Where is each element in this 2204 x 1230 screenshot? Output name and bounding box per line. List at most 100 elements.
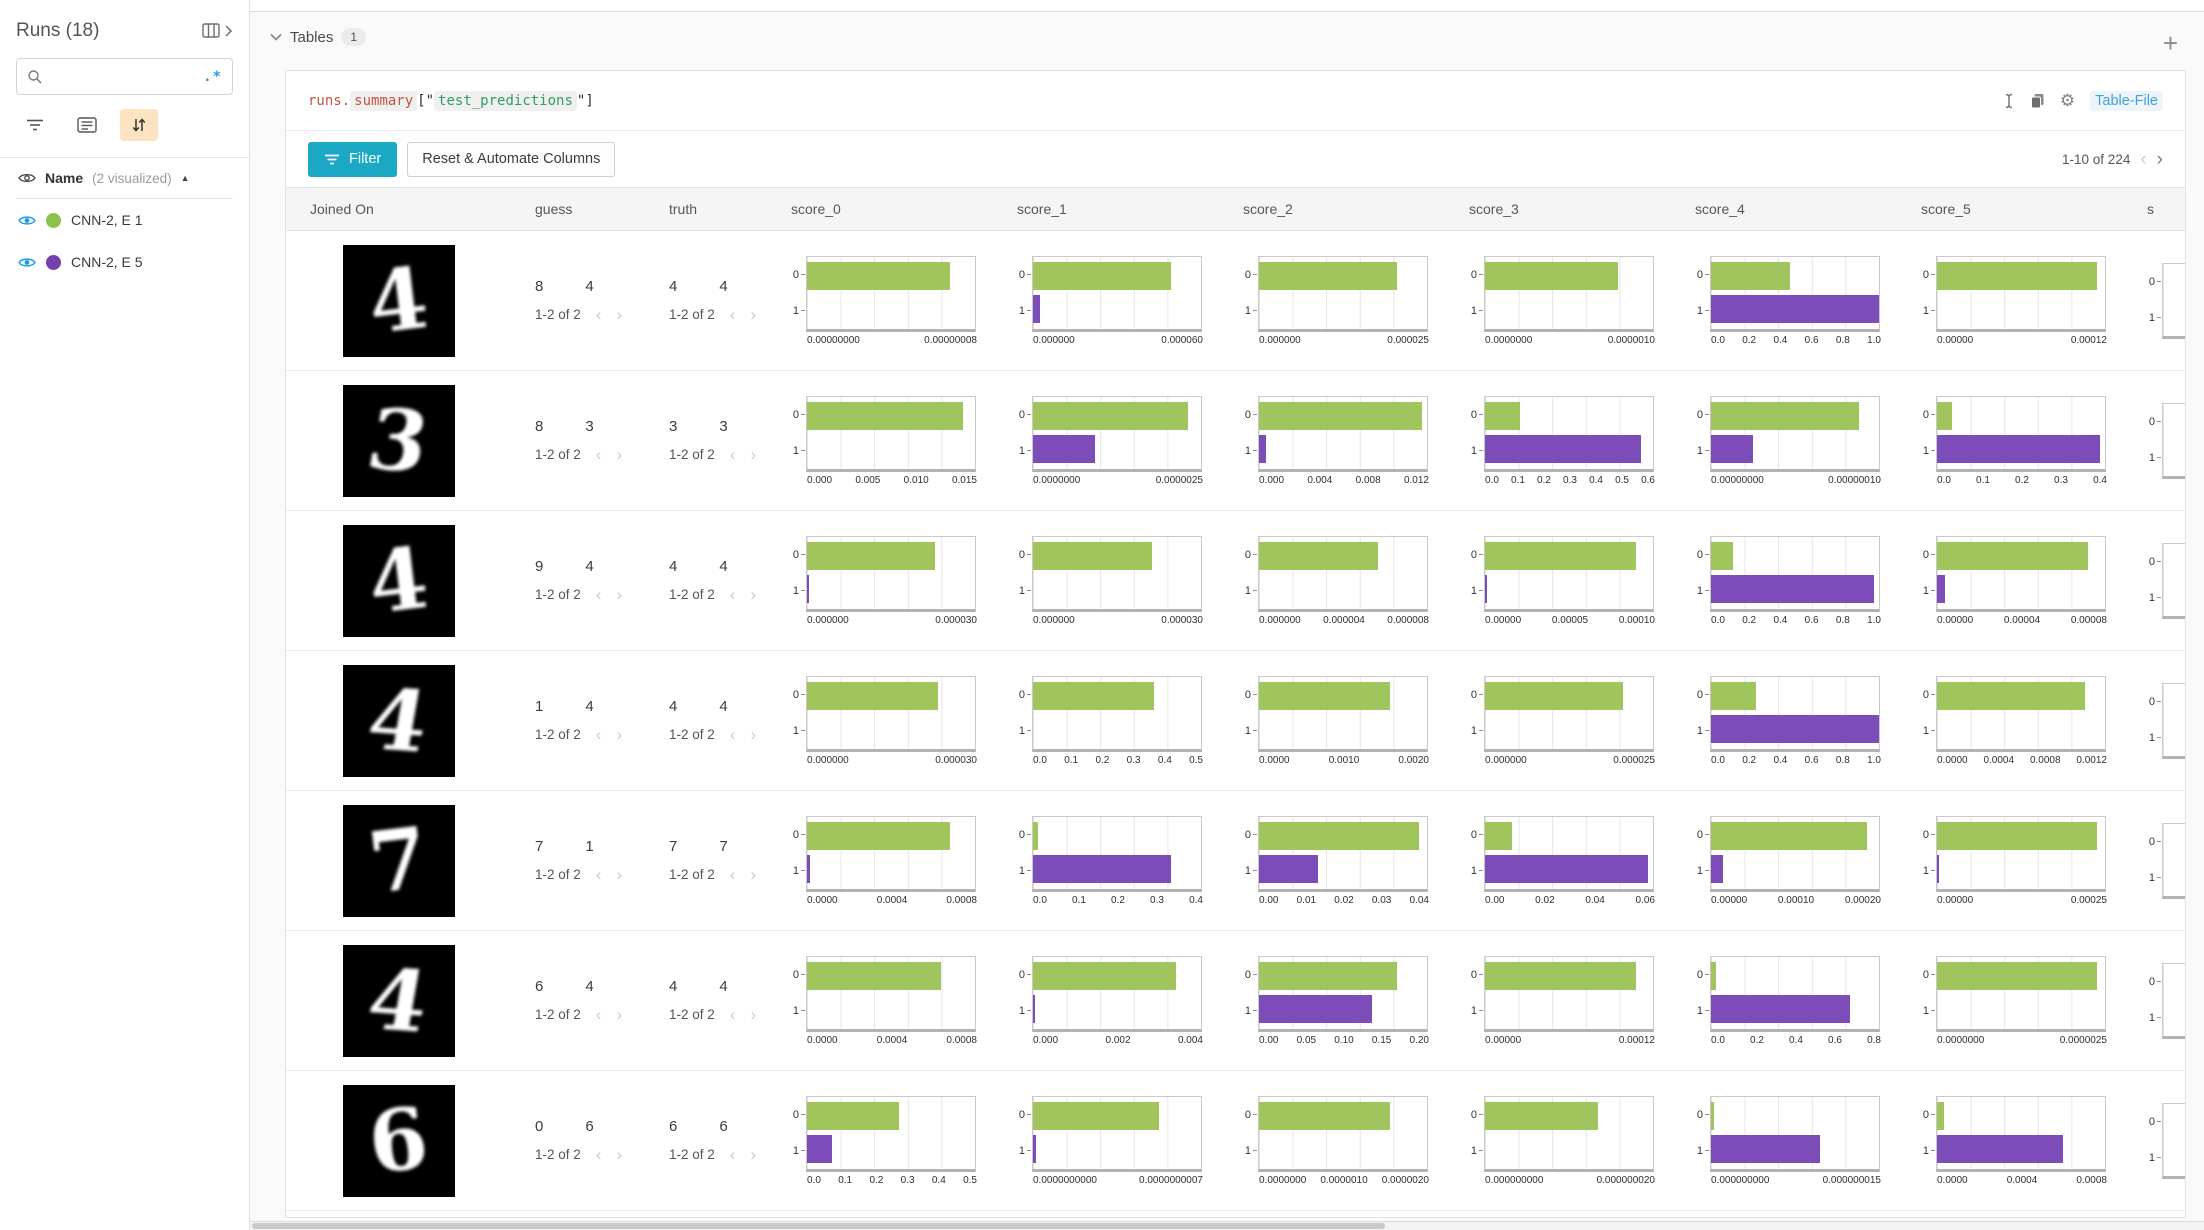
score-histogram[interactable]: 01 0.000000000.00000010: [1695, 396, 1905, 486]
columns-settings-button[interactable]: [68, 109, 106, 141]
score-histogram[interactable]: 01 0.0000000000.000000015: [1695, 1096, 1905, 1186]
prev-icon[interactable]: ‹: [596, 306, 602, 323]
score-histogram[interactable]: 01 0.000.050.100.150.20: [1243, 956, 1453, 1046]
next-icon[interactable]: ›: [616, 726, 622, 743]
next-icon[interactable]: ›: [616, 1146, 622, 1163]
digit-image[interactable]: 4: [343, 945, 455, 1057]
score-histogram[interactable]: 01 0.000000.000050.00010: [1469, 536, 1679, 626]
next-icon[interactable]: ›: [616, 866, 622, 883]
score-histogram[interactable]: 01 0.00.10.20.30.4: [1017, 816, 1227, 906]
score-histogram[interactable]: 01 0.00.10.20.30.40.50.6: [1469, 396, 1679, 486]
score-histogram[interactable]: 01 0.00000.00040.0008: [1921, 1096, 2131, 1186]
next-icon[interactable]: ›: [616, 1006, 622, 1023]
expand-chevron-icon[interactable]: [224, 24, 233, 38]
prev-icon[interactable]: ‹: [730, 446, 736, 463]
score-histogram[interactable]: 01 0.00.10.20.30.40.5: [1017, 676, 1227, 766]
run-item-cnn2-e1[interactable]: CNN-2, E 1: [16, 199, 233, 241]
score-histogram[interactable]: 01 0.0000000.000030: [791, 536, 1001, 626]
column-header-s[interactable]: s: [2131, 188, 2185, 230]
prev-icon[interactable]: ‹: [730, 586, 736, 603]
score-histogram[interactable]: 01 0.00.20.40.60.81.0: [1695, 536, 1905, 626]
name-column-header[interactable]: Name (2 visualized) ▲: [16, 158, 233, 199]
score-histogram[interactable]: 01 0.00000.00040.0008: [791, 816, 1001, 906]
score-histogram[interactable]: 01 0.000.020.040.06: [1469, 816, 1679, 906]
digit-image[interactable]: 4: [343, 525, 455, 637]
score-histogram[interactable]: 01 0.0000000.000025: [1243, 256, 1453, 346]
query-expression[interactable]: runs.summary["test_predictions"] ⚙ Table…: [286, 71, 2185, 131]
regex-toggle[interactable]: .*: [203, 69, 222, 85]
digit-image[interactable]: 7: [343, 805, 455, 917]
score-histogram[interactable]: 01 0.0000000.000025: [1469, 676, 1679, 766]
prev-icon[interactable]: ‹: [730, 866, 736, 883]
prev-icon[interactable]: ‹: [730, 726, 736, 743]
score-histogram[interactable]: 01 0.00000.00100.0020: [1243, 676, 1453, 766]
score-histogram[interactable]: 01 0.00000000.0000025: [1921, 956, 2131, 1046]
prev-page-icon[interactable]: ‹: [2140, 150, 2146, 169]
prev-icon[interactable]: ‹: [596, 1006, 602, 1023]
score-histogram[interactable]: 01 0.000000.00012: [1921, 256, 2131, 346]
prev-icon[interactable]: ‹: [730, 306, 736, 323]
next-icon[interactable]: ›: [750, 1146, 756, 1163]
score-histogram[interactable]: 01 0.0000000000.000000020: [1469, 1096, 1679, 1186]
next-icon[interactable]: ›: [616, 586, 622, 603]
horizontal-scrollbar[interactable]: [250, 1221, 2204, 1230]
score-histogram[interactable]: 01 0.000000.00012: [1469, 956, 1679, 1046]
column-header-guess[interactable]: guess: [511, 188, 645, 230]
score-histogram[interactable]: 01 0.0000000.000030: [791, 676, 1001, 766]
digit-image[interactable]: 4: [343, 245, 455, 357]
score-histogram[interactable]: 01 0.00000.00040.00080.0012: [1921, 676, 2131, 766]
score-histogram[interactable]: 01 0.0000.0050.0100.015: [791, 396, 1001, 486]
digit-image[interactable]: 6: [343, 1085, 455, 1197]
column-header-score-3[interactable]: score_3: [1453, 188, 1679, 230]
column-header-score-0[interactable]: score_0: [775, 188, 1001, 230]
score-histogram[interactable]: 01 0.000000.000040.00008: [1921, 536, 2131, 626]
prev-icon[interactable]: ‹: [730, 1006, 736, 1023]
next-icon[interactable]: ›: [616, 306, 622, 323]
sort-runs-button[interactable]: [120, 109, 158, 141]
score-histogram[interactable]: 01 0.00.20.40.60.81.0: [1695, 676, 1905, 766]
prev-icon[interactable]: ‹: [596, 446, 602, 463]
prev-icon[interactable]: ‹: [596, 1146, 602, 1163]
score-histogram[interactable]: 01 0.00000000.0000025: [1017, 396, 1227, 486]
reset-automate-columns-button[interactable]: Reset & Automate Columns: [407, 142, 615, 177]
next-icon[interactable]: ›: [750, 1006, 756, 1023]
score-histogram[interactable]: 01 0.0000000.0000040.000008: [1243, 536, 1453, 626]
copy-icon[interactable]: [2030, 93, 2045, 109]
score-histogram[interactable]: 01 0.000000.00025: [1921, 816, 2131, 906]
prev-icon[interactable]: ‹: [596, 586, 602, 603]
score-histogram[interactable]: 01 0.000.010.020.030.04: [1243, 816, 1453, 906]
next-icon[interactable]: ›: [750, 586, 756, 603]
next-icon[interactable]: ›: [616, 446, 622, 463]
score-histogram[interactable]: 01 0.0000000.000060: [1017, 256, 1227, 346]
score-histogram[interactable]: 01 0.00.10.20.30.40.5: [791, 1096, 1001, 1186]
table-columns-icon[interactable]: [202, 23, 222, 39]
score-histogram[interactable]: 01 0.0000000.000030: [1017, 536, 1227, 626]
filter-runs-button[interactable]: [16, 109, 54, 141]
table-file-link[interactable]: Table-File: [2090, 91, 2163, 111]
score-histogram[interactable]: 01 0.00.10.20.30.4: [1921, 396, 2131, 486]
prev-icon[interactable]: ‹: [596, 866, 602, 883]
next-icon[interactable]: ›: [750, 726, 756, 743]
next-icon[interactable]: ›: [750, 306, 756, 323]
prev-icon[interactable]: ‹: [730, 1146, 736, 1163]
score-histogram[interactable]: 01 0.00000000000.0000000007: [1017, 1096, 1227, 1186]
run-item-cnn2-e5[interactable]: CNN-2, E 5: [16, 241, 233, 283]
filter-button[interactable]: Filter: [308, 142, 397, 177]
run-visible-eye-icon[interactable]: [18, 256, 36, 269]
score-histogram[interactable]: 01 0.000000000.00000008: [791, 256, 1001, 346]
column-header-joined-on[interactable]: Joined On: [286, 188, 511, 230]
scrollbar-thumb[interactable]: [252, 1223, 1385, 1229]
prev-icon[interactable]: ‹: [596, 726, 602, 743]
next-icon[interactable]: ›: [750, 866, 756, 883]
column-header-score-4[interactable]: score_4: [1679, 188, 1905, 230]
text-cursor-icon[interactable]: [2003, 93, 2015, 109]
digit-image[interactable]: 3: [343, 385, 455, 497]
column-header-score-5[interactable]: score_5: [1905, 188, 2131, 230]
digit-image[interactable]: 4: [343, 665, 455, 777]
add-panel-icon[interactable]: +: [2163, 30, 2178, 56]
score-histogram[interactable]: 01 0.00000.00040.0008: [791, 956, 1001, 1046]
column-header-truth[interactable]: truth: [645, 188, 775, 230]
score-histogram[interactable]: 01 0.00.20.40.60.8: [1695, 956, 1905, 1046]
column-header-score-1[interactable]: score_1: [1001, 188, 1227, 230]
section-title[interactable]: Tables: [290, 29, 333, 46]
